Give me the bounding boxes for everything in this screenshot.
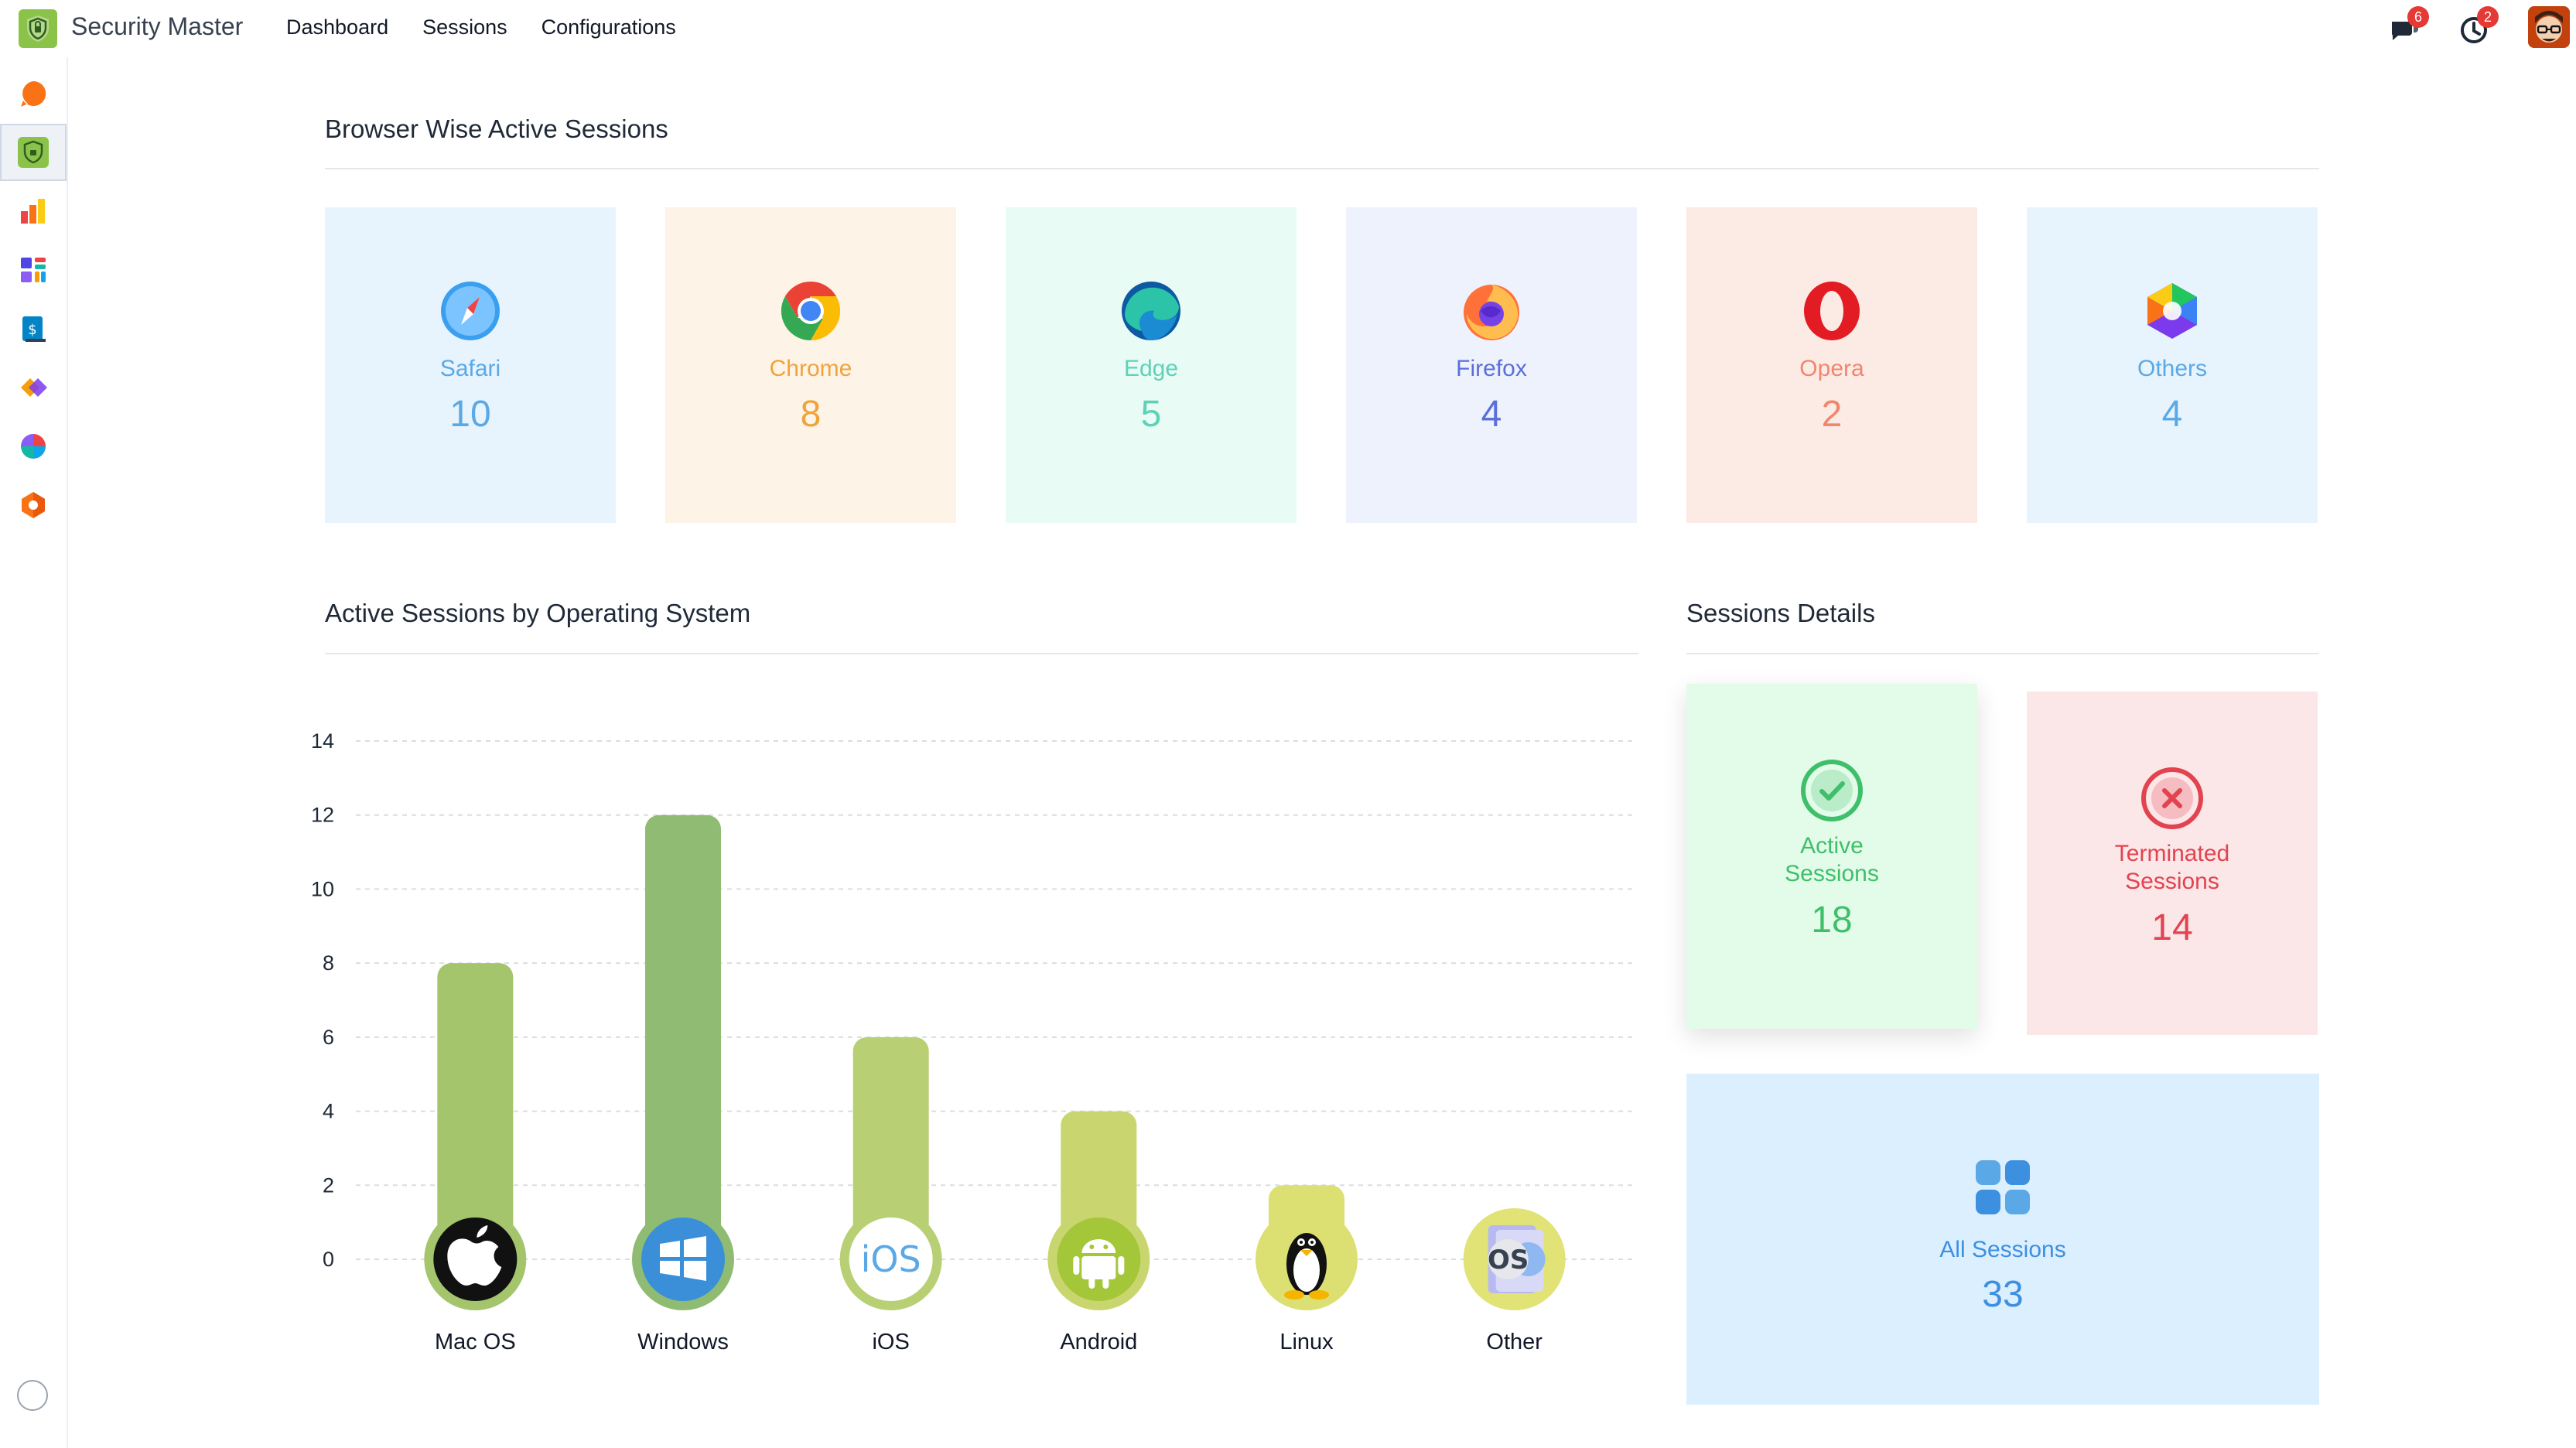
browser-name: Safari xyxy=(439,356,501,381)
browser-name: Opera xyxy=(1799,356,1864,381)
y-tick-label: 10 xyxy=(311,877,334,900)
active-sessions-card[interactable]: Active Sessions 18 xyxy=(1686,684,1977,1029)
svg-text:OS: OS xyxy=(1488,1245,1529,1276)
browser-card-safari[interactable]: Safari 10 xyxy=(325,207,616,523)
linux-icon xyxy=(1256,1208,1358,1310)
android-icon xyxy=(1047,1208,1150,1310)
top-navbar: Security Master Dashboard Sessions Confi… xyxy=(0,0,2576,57)
security-master-app-icon xyxy=(18,137,49,168)
x-category-label: Other xyxy=(1486,1330,1543,1354)
rail-bottom-circle-icon[interactable] xyxy=(17,1380,48,1411)
main-menu: Dashboard Sessions Configurations xyxy=(286,15,676,39)
os-sessions-chart: iOS OS 0 2 4 6 8 10 12 14 Mac OS Windows iOS Android… xyxy=(311,729,1634,1354)
os-section-divider xyxy=(325,653,1638,654)
dashboard-grid-icon xyxy=(21,258,46,282)
firefox-icon xyxy=(1464,285,1519,340)
messages-button[interactable]: 6 xyxy=(2387,6,2429,46)
app-logo-icon[interactable] xyxy=(19,9,57,48)
ios-icon: iOS xyxy=(839,1208,942,1310)
invoice-app-icon: $ xyxy=(22,316,46,342)
opera-icon xyxy=(1804,282,1860,340)
browser-count: 4 xyxy=(2161,394,2183,435)
all-sessions-card[interactable]: All Sessions 33 xyxy=(1686,1074,2319,1405)
terminated-sessions-value: 14 xyxy=(2151,907,2193,948)
rail-settings-app[interactable] xyxy=(0,476,67,534)
active-sessions-label-line1: Active xyxy=(1800,833,1864,859)
activities-button[interactable]: 2 xyxy=(2457,6,2499,46)
x-category-label: Mac OS xyxy=(435,1330,516,1354)
edge-icon xyxy=(1122,282,1180,340)
y-tick-label: 2 xyxy=(323,1173,334,1197)
rail-reporting-app[interactable] xyxy=(0,183,67,240)
grid-apps-icon xyxy=(1976,1160,2030,1214)
details-section-title: Sessions Details xyxy=(1686,599,1875,627)
connector-app-icon xyxy=(21,378,47,397)
y-tick-label: 12 xyxy=(311,804,334,827)
browser-name: Chrome xyxy=(769,356,852,381)
user-avatar[interactable] xyxy=(2528,6,2570,48)
details-section-divider xyxy=(1686,653,2319,654)
rail-security-master-app[interactable] xyxy=(0,124,67,181)
terminated-sessions-label-line1: Terminated xyxy=(2114,841,2230,866)
browser-card-opera[interactable]: Opera 2 xyxy=(1686,207,1977,523)
browser-card-firefox[interactable]: Firefox 4 xyxy=(1346,207,1637,523)
y-tick-label: 0 xyxy=(323,1248,334,1271)
x-category-label: Windows xyxy=(637,1330,729,1354)
safari-icon xyxy=(441,282,500,340)
x-circle-icon xyxy=(2141,767,2203,829)
browser-section-title: Browser Wise Active Sessions xyxy=(325,114,668,143)
browser-section-divider xyxy=(325,168,2319,169)
app-name[interactable]: Security Master xyxy=(71,12,243,41)
x-category-label: Android xyxy=(1060,1330,1137,1354)
y-tick-label: 8 xyxy=(323,951,334,975)
browser-card-others[interactable]: Others 4 xyxy=(2027,207,2318,523)
browser-name: Edge xyxy=(1123,356,1179,381)
browser-count: 8 xyxy=(800,394,822,435)
others-browser-icon xyxy=(2147,283,2197,339)
terminated-sessions-card[interactable]: Terminated Sessions 14 xyxy=(2027,692,2318,1035)
os-section-title: Active Sessions by Operating System xyxy=(325,599,751,627)
svg-text:$: $ xyxy=(28,322,36,338)
browser-count: 2 xyxy=(1821,394,1843,435)
activities-badge: 2 xyxy=(2477,6,2499,28)
hexagon-app-icon xyxy=(22,492,45,518)
rail-connectors-app[interactable] xyxy=(0,359,67,416)
bar-chart-app-icon xyxy=(21,199,45,224)
windows-icon xyxy=(632,1208,734,1310)
active-sessions-label-line2: Sessions xyxy=(1785,861,1879,886)
rail-planning-app[interactable] xyxy=(0,418,67,475)
menu-configurations[interactable]: Configurations xyxy=(542,15,676,39)
y-tick-label: 14 xyxy=(311,729,334,753)
all-sessions-label: All Sessions xyxy=(1939,1237,2066,1262)
all-sessions-value: 33 xyxy=(1982,1274,2024,1315)
messages-badge: 6 xyxy=(2407,6,2429,28)
browser-card-chrome[interactable]: Chrome 8 xyxy=(665,207,956,523)
terminated-sessions-label-line2: Sessions xyxy=(2125,869,2219,894)
discuss-app-icon xyxy=(21,80,46,107)
check-circle-icon xyxy=(1801,760,1863,821)
chrome-icon xyxy=(781,281,841,341)
x-category-label: iOS xyxy=(872,1330,909,1354)
browser-count: 4 xyxy=(1481,394,1502,435)
pie-app-icon xyxy=(21,434,46,459)
apple-icon xyxy=(424,1208,527,1310)
active-sessions-value: 18 xyxy=(1811,900,1853,941)
y-tick-label: 6 xyxy=(323,1026,334,1049)
menu-dashboard[interactable]: Dashboard xyxy=(286,15,388,39)
y-tick-label: 4 xyxy=(323,1100,334,1123)
browser-name: Others xyxy=(2137,356,2208,381)
rail-discuss-app[interactable] xyxy=(0,65,67,122)
rail-invoicing-app[interactable]: $ xyxy=(0,300,67,357)
x-category-label: Linux xyxy=(1279,1330,1334,1354)
browser-count: 5 xyxy=(1140,394,1162,435)
bar-windows[interactable] xyxy=(645,814,721,1259)
rail-dashboards-app[interactable] xyxy=(0,241,67,299)
browser-count: 10 xyxy=(449,394,491,435)
menu-sessions[interactable]: Sessions xyxy=(422,15,507,39)
browser-name: Firefox xyxy=(1456,356,1527,381)
browser-card-edge[interactable]: Edge 5 xyxy=(1006,207,1297,523)
svg-text:iOS: iOS xyxy=(861,1238,921,1280)
other-os-icon: OS xyxy=(1463,1208,1566,1310)
